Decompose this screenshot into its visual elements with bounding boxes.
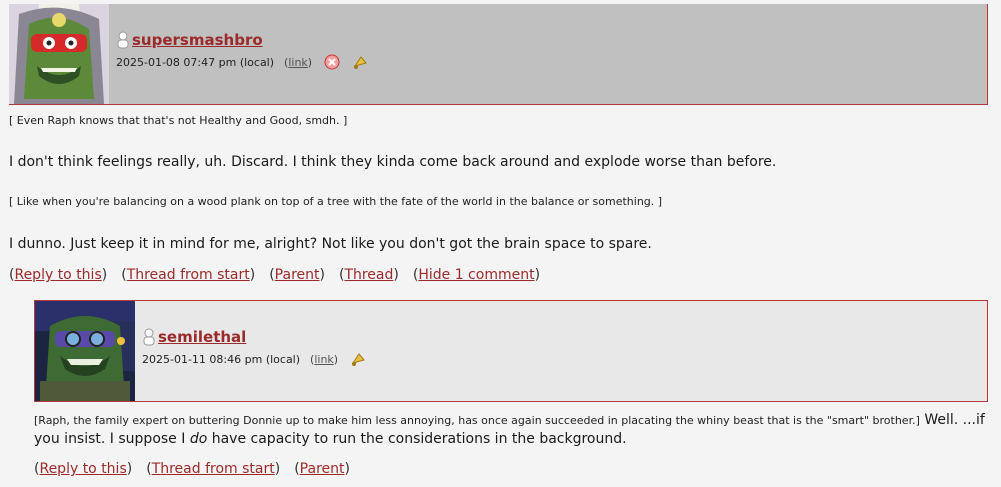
comment-actions: (Reply to this) (Thread from start) (Paren…: [34, 461, 350, 477]
comment-actions: (Reply to this) (Thread from start) (Paren…: [9, 267, 541, 283]
comment-text-bracket: [Raph, the family expert on buttering Do…: [34, 414, 920, 427]
comment-text-bracket: [ Like when you're balancing on a wood p…: [9, 195, 663, 208]
hide-comments-link[interactable]: Hide 1 comment: [418, 267, 534, 283]
comment-text: [Raph, the family expert on buttering Do…: [34, 409, 985, 430]
comment-meta: 2025-01-08 07:47 pm (local) (link): [116, 54, 368, 70]
comment-semilethal: semilethal 2025-01-11 08:46 pm (local) (…: [34, 300, 988, 402]
track-icon[interactable]: [352, 54, 368, 70]
comment-header: supersmashbro 2025-01-08 07:47 pm (local…: [9, 4, 988, 105]
comment-text: you insist. I suppose I do have capacity…: [34, 429, 627, 449]
username-link[interactable]: semilethal: [158, 328, 246, 346]
permalink-wrap: (link): [310, 352, 339, 366]
comment-text-emphasis: do: [189, 431, 208, 447]
avatar[interactable]: [35, 301, 135, 401]
comment-date: 2025-01-11 08:46 pm (local): [142, 352, 301, 366]
parent-link[interactable]: Parent: [275, 267, 320, 283]
permalink-wrap: (link): [284, 55, 313, 69]
user-icon: [143, 328, 155, 346]
user-icon: [117, 31, 129, 49]
avatar[interactable]: [9, 4, 109, 104]
comment-supersmashbro: supersmashbro 2025-01-08 07:47 pm (local…: [9, 4, 988, 105]
comment-text-main: Well. ...if: [919, 412, 985, 428]
comment-text: I dunno. Just keep it in mind for me, al…: [9, 236, 652, 252]
permalink[interactable]: link: [288, 56, 307, 69]
poster-name: supersmashbro: [116, 31, 263, 49]
comment-text-segment: have capacity to run the considerations …: [207, 431, 627, 447]
comment-text-segment: you insist. I suppose I: [34, 431, 190, 447]
comment-meta: 2025-01-11 08:46 pm (local) (link): [142, 351, 366, 367]
poster-name: semilethal: [142, 328, 246, 346]
thread-link[interactable]: Thread: [344, 267, 393, 283]
thread-from-start-link[interactable]: Thread from start: [127, 267, 250, 283]
delete-icon[interactable]: [324, 54, 340, 70]
comment-text: I don't think feelings really, uh. Disca…: [9, 154, 777, 170]
parent-link[interactable]: Parent: [300, 461, 345, 477]
comment-text-bracket: [ Even Raph knows that that's not Health…: [9, 114, 348, 127]
thread-from-start-link[interactable]: Thread from start: [152, 461, 275, 477]
comment-date: 2025-01-08 07:47 pm (local): [116, 55, 275, 69]
comment-header: semilethal 2025-01-11 08:46 pm (local) (…: [34, 300, 988, 402]
permalink[interactable]: link: [314, 353, 333, 366]
track-icon[interactable]: [350, 351, 366, 367]
reply-link[interactable]: Reply to this: [14, 267, 101, 283]
username-link[interactable]: supersmashbro: [132, 31, 263, 49]
reply-link[interactable]: Reply to this: [39, 461, 126, 477]
